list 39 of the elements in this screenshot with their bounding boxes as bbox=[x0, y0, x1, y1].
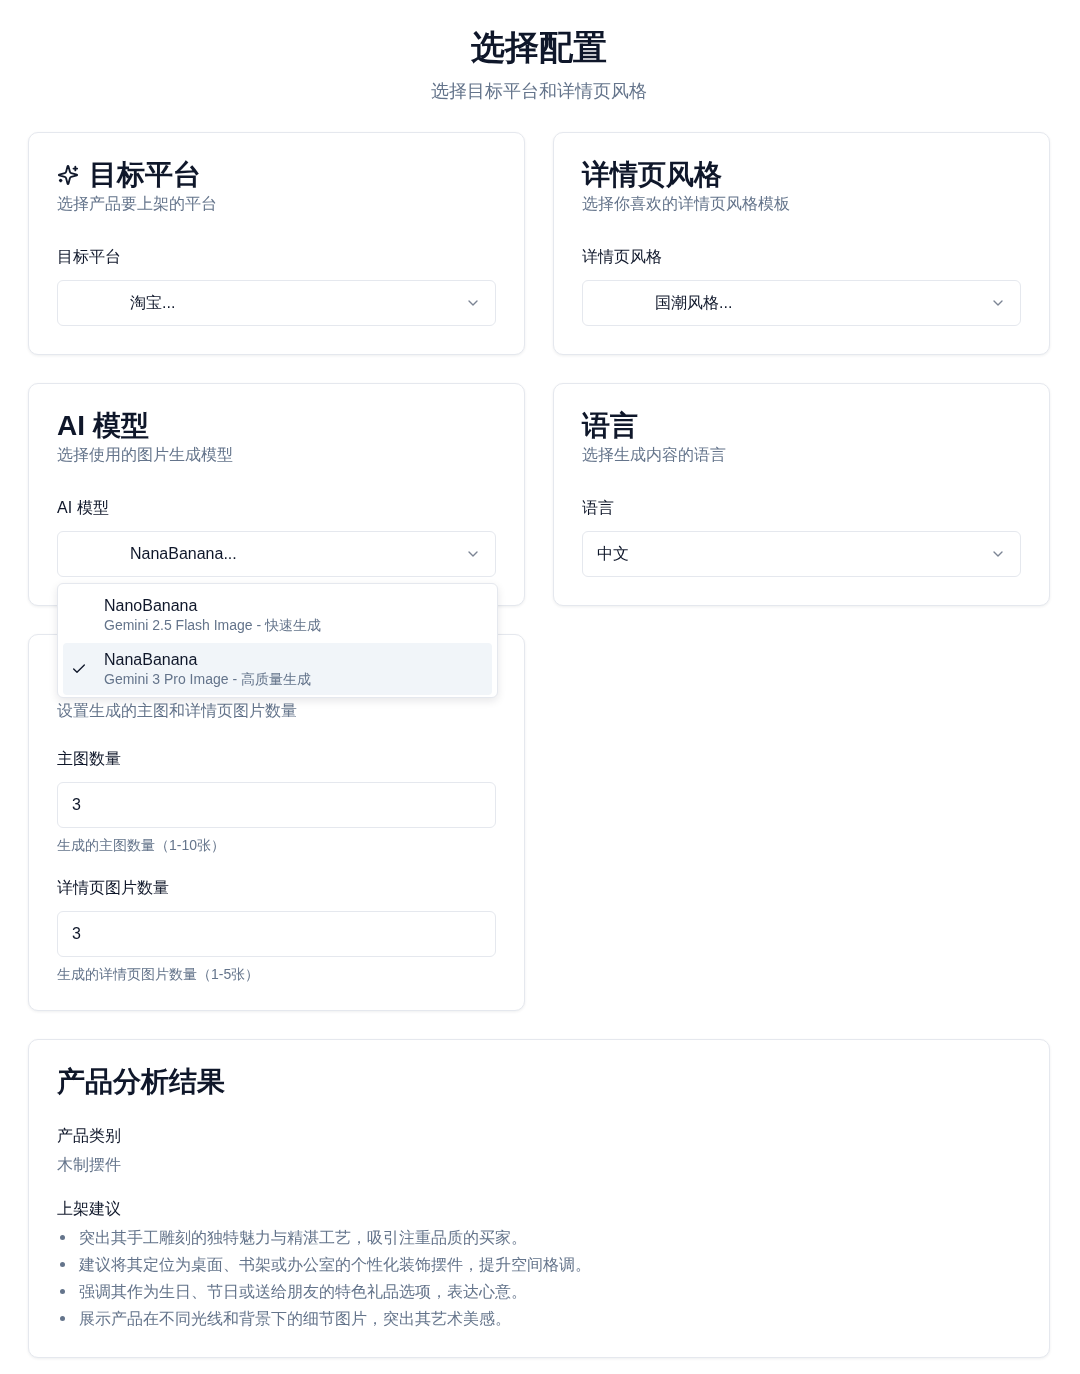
section-value: 木制摆件 bbox=[57, 1155, 122, 1175]
suggestion-text: 强调其作为生日、节日或送给朋友的特色礼品选项，表达心意。 bbox=[79, 1282, 527, 1302]
field-label: 详情页图片数量 bbox=[57, 878, 170, 898]
bullet-icon bbox=[60, 1316, 65, 1321]
suggestion-text: 展示产品在不同光线和背景下的细节图片，突出其艺术美感。 bbox=[79, 1309, 511, 1329]
card-description: 选择生成内容的语言 bbox=[582, 445, 727, 465]
page-subtitle: 选择目标平台和详情页风格 bbox=[431, 80, 647, 103]
field-label: AI 模型 bbox=[57, 498, 110, 518]
menu-option[interactable]: NanaBanana Gemini 3 Pro Image - 高质量生成 bbox=[63, 643, 492, 695]
select-field[interactable]: 国潮风格... bbox=[582, 280, 1021, 326]
bullet-icon bbox=[60, 1262, 65, 1267]
select-field[interactable]: NanaBanana... bbox=[57, 531, 496, 577]
page-title: 选择配置 bbox=[471, 27, 607, 68]
field-label: 语言 bbox=[582, 498, 615, 518]
card-title: 语言 bbox=[582, 409, 638, 443]
number-input[interactable]: 3 bbox=[57, 911, 496, 957]
card-title: 产品分析结果 bbox=[57, 1065, 226, 1099]
select-field[interactable]: 淘宝... bbox=[57, 280, 496, 326]
bullet-icon bbox=[60, 1289, 65, 1294]
section-label: 产品类别 bbox=[57, 1126, 122, 1146]
bullet-icon bbox=[60, 1235, 65, 1240]
number-input[interactable]: 3 bbox=[57, 782, 496, 828]
card-description: 选择你喜欢的详情页风格模板 bbox=[582, 194, 791, 214]
select-field[interactable]: 中文 bbox=[582, 531, 1021, 577]
section-label: 上架建议 bbox=[57, 1199, 122, 1219]
card-title: 详情页风格 bbox=[582, 158, 722, 192]
card-description: 选择使用的图片生成模型 bbox=[57, 445, 234, 465]
suggestion-text: 建议将其定位为桌面、书架或办公室的个性化装饰摆件，提升空间格调。 bbox=[79, 1255, 591, 1275]
field-label: 详情页风格 bbox=[582, 247, 663, 267]
field-hint: 生成的主图数量（1-10张） bbox=[57, 836, 227, 855]
card-title: 目标平台 bbox=[89, 158, 201, 192]
suggestion-text: 突出其手工雕刻的独特魅力与精湛工艺，吸引注重品质的买家。 bbox=[79, 1228, 527, 1248]
menu-option[interactable]: NanoBanana Gemini 2.5 Flash Image - 快速生成 bbox=[63, 589, 492, 641]
card-title: AI 模型 bbox=[57, 409, 149, 443]
field-label: 目标平台 bbox=[57, 247, 122, 267]
card-description: 选择产品要上架的平台 bbox=[57, 194, 218, 214]
card-description: 设置生成的主图和详情页图片数量 bbox=[57, 701, 298, 721]
field-label: 主图数量 bbox=[57, 749, 122, 769]
field-hint: 生成的详情页图片数量（1-5张） bbox=[57, 965, 261, 984]
